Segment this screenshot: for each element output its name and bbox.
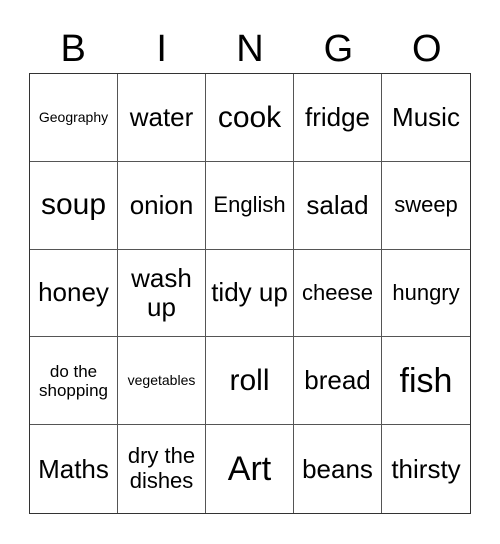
bingo-cell[interactable]: honey bbox=[30, 249, 118, 338]
bingo-cell[interactable]: do the shopping bbox=[30, 337, 118, 426]
bingo-cell-text: sweep bbox=[394, 191, 458, 217]
bingo-cell-text: Art bbox=[227, 450, 272, 489]
bingo-cell[interactable]: Geography bbox=[30, 74, 118, 162]
header-letter-n: N bbox=[236, 28, 264, 70]
bingo-cell-text: cheese bbox=[302, 279, 373, 305]
bingo-cell-text: roll bbox=[229, 363, 270, 397]
bingo-cell-text: cook bbox=[217, 100, 282, 134]
header-letter-g: G bbox=[323, 28, 354, 70]
bingo-cell[interactable]: Maths bbox=[30, 425, 118, 513]
bingo-cell[interactable]: hungry bbox=[382, 250, 470, 338]
bingo-cell[interactable]: bread bbox=[294, 337, 382, 426]
bingo-cell[interactable]: roll bbox=[206, 337, 294, 426]
bingo-cell-text: Maths bbox=[38, 453, 109, 484]
bingo-cell-text: vegetables bbox=[127, 371, 196, 388]
bingo-cell-text: Music bbox=[392, 101, 460, 132]
bingo-cell-text: tidy up bbox=[211, 277, 288, 308]
bingo-cell[interactable]: salad bbox=[294, 161, 382, 250]
bingo-cell-text: thirsty bbox=[391, 453, 461, 484]
bingo-cell[interactable]: cook bbox=[206, 74, 294, 162]
bingo-cell[interactable]: wash up bbox=[118, 249, 206, 338]
bingo-cell[interactable]: beans bbox=[294, 425, 382, 513]
bingo-cell[interactable]: thirsty bbox=[382, 425, 470, 513]
bingo-cell-text: honey bbox=[38, 277, 109, 308]
bingo-cell[interactable]: onion bbox=[118, 161, 206, 250]
bingo-cell[interactable]: vegetables bbox=[118, 337, 206, 426]
bingo-cell-text: bread bbox=[304, 365, 371, 396]
bingo-cell[interactable]: tidy up bbox=[206, 249, 294, 338]
bingo-cell-text: onion bbox=[129, 189, 194, 220]
bingo-cell[interactable]: water bbox=[118, 74, 206, 162]
header-letter-b: B bbox=[60, 28, 86, 70]
bingo-cell-text: water bbox=[129, 101, 194, 132]
bingo-cell[interactable]: soup bbox=[30, 161, 118, 250]
bingo-cell-text: wash up bbox=[131, 262, 192, 322]
bingo-cell-text: beans bbox=[302, 453, 373, 484]
bingo-cell-text: do the shopping bbox=[38, 361, 108, 400]
bingo-cell-text: salad bbox=[306, 189, 369, 220]
bingo-cell[interactable]: dry the dishes bbox=[118, 425, 206, 513]
bingo-card-grid: Geography water cook fridge Music soup onion En… bbox=[29, 73, 471, 514]
bingo-cell[interactable]: sweep bbox=[382, 162, 470, 250]
bingo-cell-text: hungry bbox=[392, 279, 460, 305]
bingo-cell-text: dry the dishes bbox=[127, 443, 196, 494]
bingo-cell[interactable]: Music bbox=[382, 74, 470, 162]
bingo-cell[interactable]: cheese bbox=[294, 249, 382, 338]
bingo-cell[interactable]: fish bbox=[382, 337, 470, 426]
bingo-header: B I N G O bbox=[29, 26, 471, 72]
bingo-cell-text: fish bbox=[399, 361, 453, 400]
bingo-cell-text: Geography bbox=[38, 108, 109, 125]
bingo-cell-text: fridge bbox=[304, 101, 371, 132]
header-letter-o: O bbox=[412, 28, 442, 70]
bingo-cell[interactable]: English bbox=[206, 161, 294, 250]
bingo-cell-text: soup bbox=[40, 188, 107, 222]
bingo-cell-text: English bbox=[213, 191, 286, 217]
header-letter-i: I bbox=[156, 28, 167, 70]
bingo-cell[interactable]: Art bbox=[206, 425, 294, 513]
bingo-cell[interactable]: fridge bbox=[294, 74, 382, 162]
